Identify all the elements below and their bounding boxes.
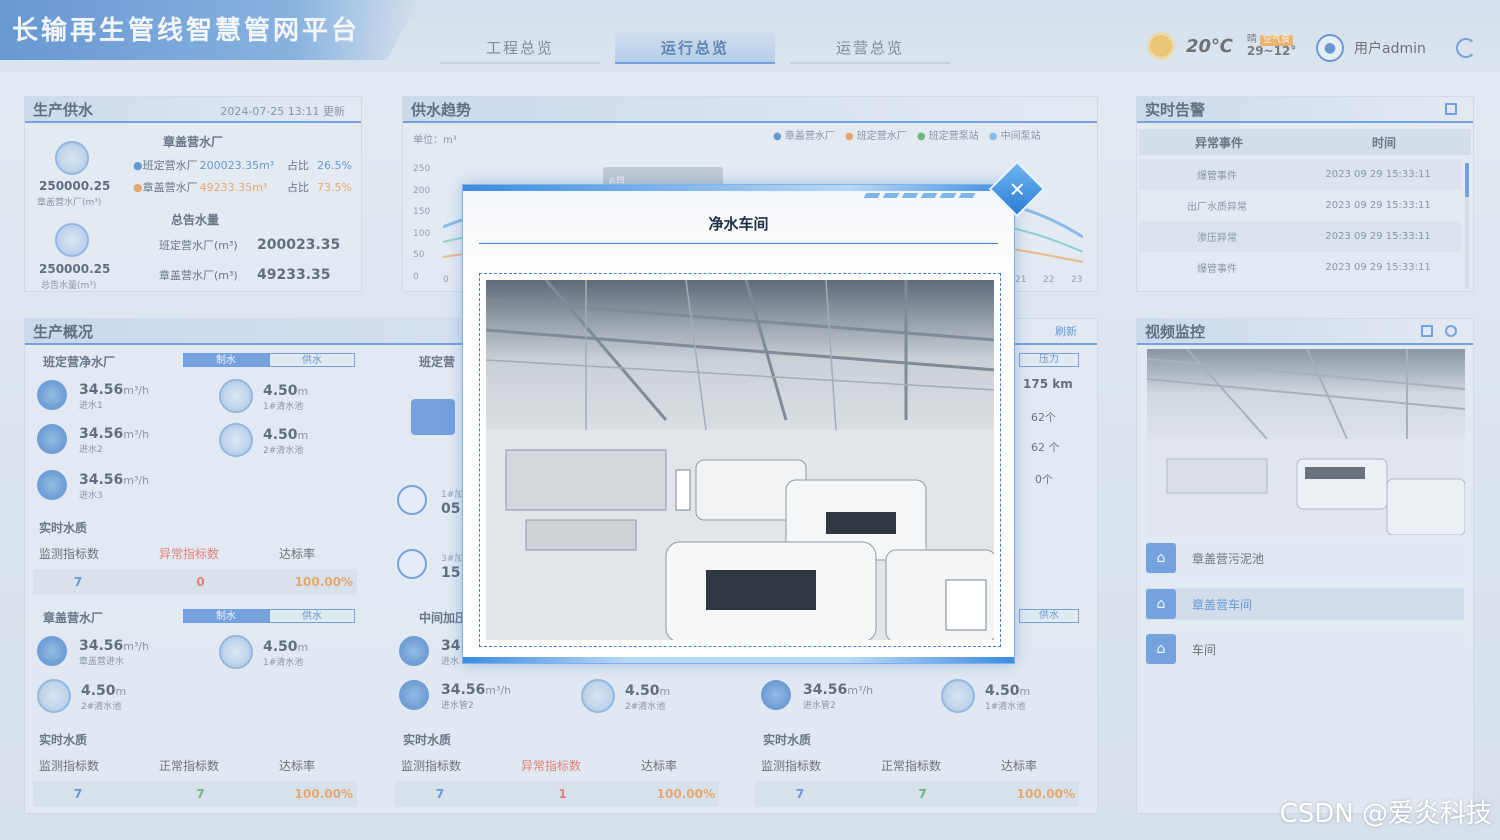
video-modal: 净水车间 ✕ [462,160,1046,664]
decor-dashes [860,193,976,198]
workshop-video[interactable] [486,280,994,640]
modal-title: 净水车间 [708,215,769,233]
close-icon: ✕ [1008,176,1026,201]
factory-scene [486,280,994,640]
video-frame [479,273,1001,647]
watermark: CSDN @爱炎科技 [1279,799,1492,829]
